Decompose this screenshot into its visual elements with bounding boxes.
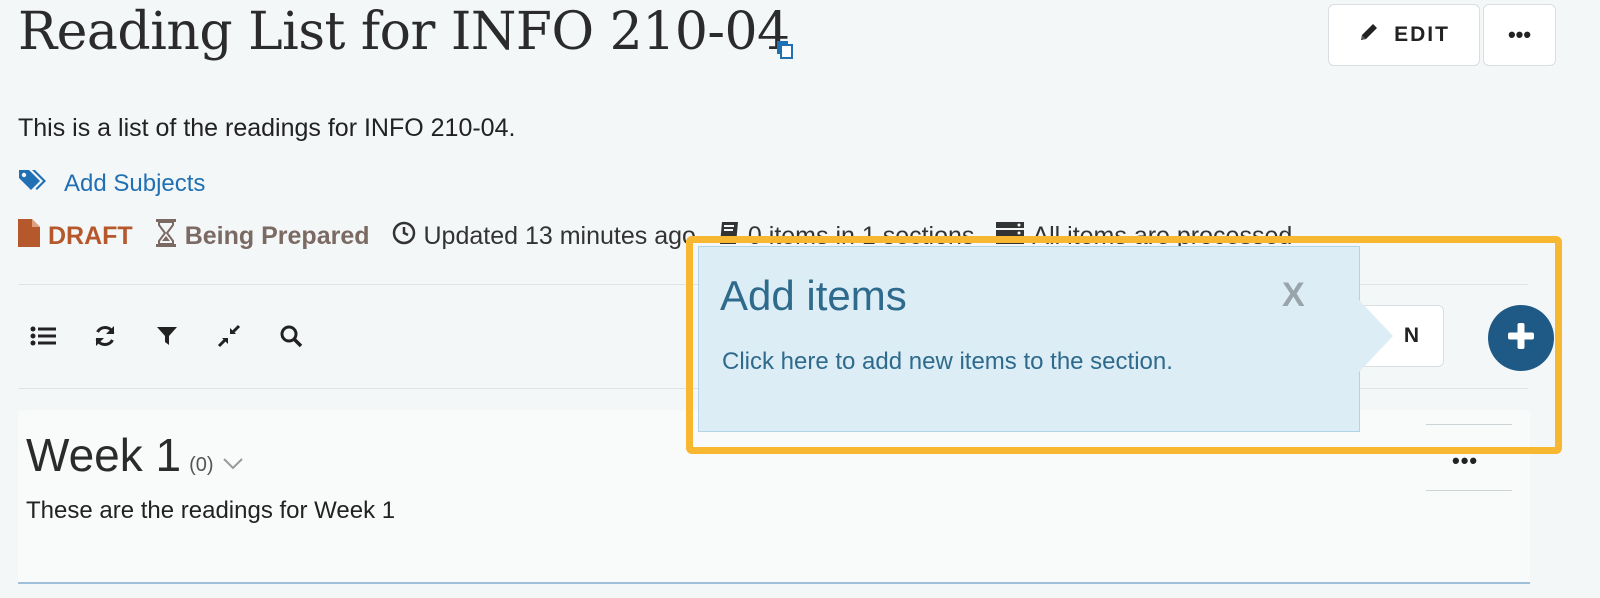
section-description: These are the readings for Week 1: [26, 497, 396, 524]
list-toolbar: [30, 316, 304, 356]
pencil-icon: [1358, 21, 1380, 49]
more-options-button[interactable]: •••: [1483, 4, 1556, 66]
popover-title: Add items: [720, 272, 907, 319]
refresh-icon[interactable]: [92, 323, 118, 349]
file-icon: [18, 218, 40, 254]
section-item-count: (0): [189, 454, 214, 476]
edit-button[interactable]: EDIT: [1328, 4, 1480, 66]
page-title: Reading List for INFO 210-04: [18, 2, 790, 62]
popover-text: Click here to add new items to the secti…: [722, 348, 1173, 375]
chevron-down-icon[interactable]: [222, 428, 244, 482]
copy-icon[interactable]: [776, 40, 794, 60]
section-title-text: Week 1: [26, 429, 182, 481]
clock-icon: [392, 221, 416, 252]
tags-icon: [18, 168, 48, 199]
list-view-icon[interactable]: [30, 323, 56, 349]
add-subjects-link[interactable]: Add Subjects: [18, 168, 205, 199]
filter-icon[interactable]: [154, 323, 180, 349]
search-icon[interactable]: [278, 323, 304, 349]
divider: [1426, 490, 1512, 491]
popover-arrow: [1359, 300, 1393, 372]
edit-label: EDIT: [1394, 23, 1450, 46]
updated-status: Updated 13 minutes ago: [392, 221, 696, 252]
draft-status: DRAFT: [18, 218, 133, 254]
popover-close-button[interactable]: X: [1282, 276, 1305, 315]
collapse-icon[interactable]: [216, 323, 242, 349]
list-description: This is a list of the readings for INFO …: [18, 114, 516, 142]
section-title: Week 1 (0): [26, 428, 244, 482]
prepared-status: Being Prepared: [155, 218, 370, 254]
hourglass-icon: [155, 218, 177, 254]
add-subjects-label: Add Subjects: [64, 169, 206, 197]
